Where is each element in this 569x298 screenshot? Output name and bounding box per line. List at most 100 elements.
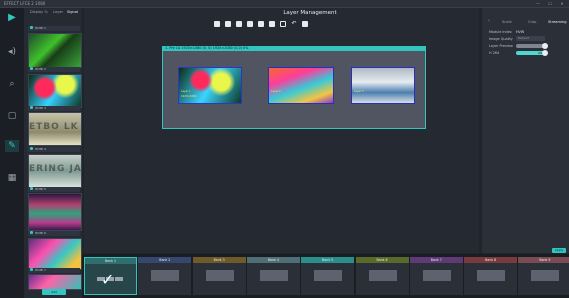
layer-workspace [84, 8, 479, 253]
bank-card[interactable]: Bank 9 [518, 257, 569, 295]
bank-card[interactable]: Bank 3 [192, 257, 246, 295]
layer-preview-label: Layer Preview [489, 44, 513, 48]
module-index-value: HVW [516, 30, 525, 34]
search-icon[interactable]: ⌕ [6, 78, 18, 90]
bank-label: Bank 2 [138, 257, 192, 263]
layer-tool-1-icon[interactable] [214, 21, 220, 27]
bank-card[interactable]: Bank 2 [138, 257, 192, 295]
status-dot-icon [30, 231, 33, 234]
back-icon[interactable]: ‹ [488, 18, 490, 24]
page-title: Layer Management [283, 10, 337, 16]
tab-crop[interactable]: Crop [528, 20, 536, 24]
bank-tool-icon[interactable] [115, 277, 123, 281]
layer-tool-4-icon[interactable] [247, 21, 253, 27]
window-title: EFFECT LFCE 2 1080 [4, 1, 46, 6]
bank-card[interactable]: Bank 4 [246, 257, 300, 295]
source-thumbnail[interactable] [28, 274, 82, 290]
play-icon[interactable]: ▶ [6, 12, 18, 24]
tab-streaming[interactable]: Streaming [548, 20, 567, 24]
source-item-header[interactable]: HDMI 6 [28, 231, 80, 236]
status-dot-icon [30, 67, 33, 70]
undo-icon[interactable]: ↶ [291, 21, 297, 27]
layer-window-1[interactable]: Layer 1 1920×1080 [178, 67, 242, 104]
maximize-button[interactable]: ☐ [544, 0, 556, 7]
bank-label: Bank 6 [355, 257, 409, 263]
bank-card[interactable]: Bank 7 [409, 257, 463, 295]
source-thumbnail[interactable] [28, 74, 82, 108]
layer-tool-5-icon[interactable] [258, 21, 264, 27]
bank-label: Bank 3 [192, 257, 246, 263]
bank-preview-slot [259, 270, 288, 281]
status-dot-icon [30, 106, 33, 109]
bank-card[interactable]: Bank 8 [464, 257, 518, 295]
layer-preview-toggle[interactable] [516, 43, 548, 49]
source-thumbnail[interactable]: ETBO LK AL [28, 112, 82, 146]
bank-preview-slot [422, 270, 451, 281]
tab-display[interactable]: Display % [30, 10, 48, 14]
bank-card[interactable]: Bank 5 [301, 257, 355, 295]
source-item-header[interactable]: HDMI 4 [28, 147, 80, 152]
tab-layer[interactable]: Layer [53, 10, 63, 14]
title-bar [0, 0, 569, 8]
minimize-button[interactable]: — [532, 0, 544, 7]
source-thumbnail[interactable] [28, 33, 82, 68]
status-dot-icon [30, 187, 33, 190]
status-dot-icon [30, 26, 33, 29]
image-quality-select[interactable]: Default [516, 36, 545, 41]
bank-preview-slot [368, 270, 397, 281]
thumbnail-text: ETBO LK AL [29, 122, 81, 132]
source-thumbnail[interactable] [28, 238, 82, 270]
bank-label: Bank 7 [409, 257, 463, 263]
toggle-knob [542, 50, 548, 56]
layer-tool-3-icon[interactable] [236, 21, 242, 27]
layer-label: Layer 3 [354, 90, 364, 93]
tab-scale[interactable]: Scale [502, 20, 512, 24]
layer-tool-2-icon[interactable] [225, 21, 231, 27]
copy-icon[interactable] [280, 21, 286, 27]
delete-icon[interactable] [302, 21, 308, 27]
bank-preview-slot [151, 270, 180, 281]
source-item-header[interactable]: HDMI 1 [28, 26, 80, 31]
layer-tool-6-icon[interactable] [269, 21, 275, 27]
checkmark-icon: ✓ [101, 270, 115, 289]
image-quality-label: Image Quality [489, 37, 513, 41]
h264-label: H 264 [489, 51, 500, 55]
source-item-header[interactable]: HDMI 3 [28, 106, 80, 111]
status-dot-icon [30, 147, 33, 150]
grid-icon[interactable]: ▦ [6, 172, 18, 184]
bank-label: Bank 9 [518, 257, 569, 263]
volume-icon[interactable]: ◂) [6, 46, 18, 58]
bank-label: Bank 4 [246, 257, 300, 263]
status-dot-icon [30, 268, 33, 271]
module-index-label: Module Index [489, 30, 512, 34]
bank-card[interactable]: Bank 1 ✓ [84, 257, 137, 295]
edit-icon[interactable]: ✎ [5, 140, 19, 152]
bank-label: Bank 5 [301, 257, 355, 263]
source-item-header[interactable]: HDMI 5 [28, 187, 80, 192]
source-thumbnail[interactable]: ERING JAS RM [28, 154, 82, 188]
source-item-header[interactable]: HDMI 2 [28, 67, 80, 72]
bank-label: Bank 8 [464, 257, 518, 263]
thumbnail-text: ERING JAS RM [29, 164, 82, 174]
close-button[interactable]: ✕ [556, 0, 568, 7]
bank-preview-slot [205, 270, 234, 281]
add-source-button[interactable]: Add [42, 289, 66, 295]
layer-window-3[interactable]: Layer 3 [351, 67, 415, 104]
apply-button[interactable]: Apply [552, 248, 566, 253]
tab-signal[interactable]: Signal [67, 10, 78, 14]
canvas-header: 1. Pre 1A 1920×1080 (0, 0) 1920×1080 (0,… [163, 46, 425, 51]
layer-window-2[interactable]: Layer 2 [268, 67, 334, 104]
layer-caption: 1920×1080 [181, 95, 197, 98]
monitor-icon[interactable]: ▢ [6, 110, 18, 122]
bank-card[interactable]: Bank 6 [355, 257, 409, 295]
toggle-knob [542, 43, 548, 49]
layer-label: Layer 1 [181, 90, 191, 93]
bank-preview-slot [314, 270, 343, 281]
h264-toggle-text: ON [538, 51, 543, 55]
layer-label: Layer 2 [271, 90, 281, 93]
bank-preview-slot [477, 270, 506, 281]
source-thumbnail[interactable] [28, 193, 82, 231]
bank-preview-slot [531, 270, 560, 281]
source-item-header[interactable]: HDMI 7 [28, 268, 80, 273]
bank-label: Bank 1 [85, 258, 136, 264]
